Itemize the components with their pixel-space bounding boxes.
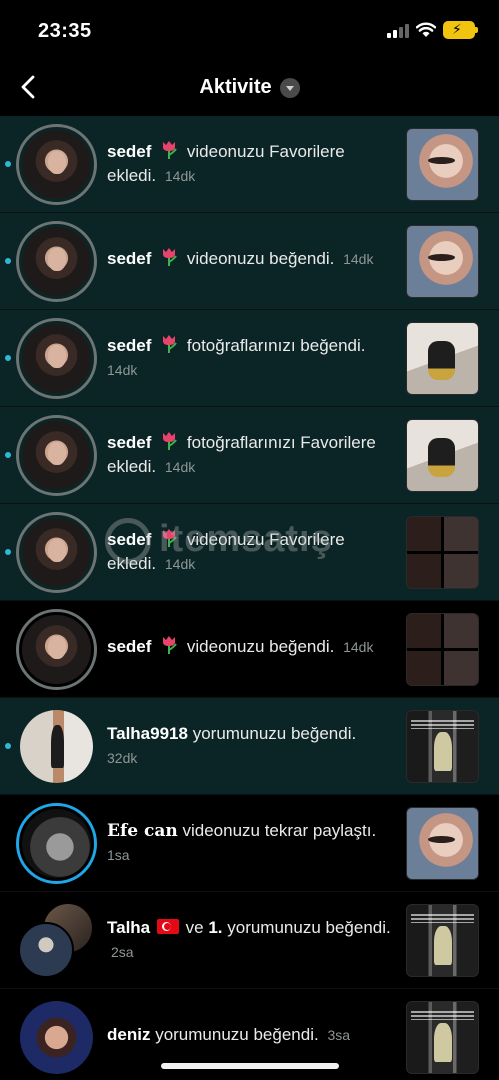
wifi-icon	[416, 22, 436, 37]
tulip-emoji-icon	[163, 248, 177, 266]
action-text: yorumunuzu beğendi.	[192, 724, 357, 743]
video-thumbnail[interactable]	[406, 710, 479, 783]
tulip-emoji-icon	[163, 141, 177, 159]
unread-dot	[5, 161, 11, 167]
status-time: 23:35	[38, 20, 92, 42]
unread-dot	[5, 355, 11, 361]
username[interactable]: sedef	[107, 249, 151, 268]
tulip-emoji-icon	[163, 636, 177, 654]
action-text: fotoğraflarınızı beğendi.	[186, 336, 366, 355]
user-avatar[interactable]	[16, 997, 97, 1078]
notification-row[interactable]: Talha ve 1. yorumunuzu beğendi. 2sa	[0, 892, 499, 989]
nav-bar: Aktivite	[0, 62, 499, 116]
user-avatar[interactable]	[16, 221, 97, 302]
video-thumbnail[interactable]	[406, 1001, 479, 1074]
username[interactable]: Efe can	[107, 821, 178, 841]
page-title: Aktivite	[199, 76, 272, 98]
title-dropdown[interactable]: Aktivite	[0, 76, 499, 99]
battery-charging-icon: ⚡	[443, 21, 478, 39]
notification-text: sedef videonuzu Favorilere ekledi. 14dk	[107, 140, 397, 188]
tulip-emoji-icon	[163, 432, 177, 450]
notification-row[interactable]: sedef fotoğraflarınızı Favorilere ekledi…	[0, 407, 499, 504]
username[interactable]: sedef	[107, 142, 151, 161]
user-avatar[interactable]	[16, 706, 97, 787]
turkey-flag-icon	[156, 919, 179, 934]
unread-dot	[5, 743, 11, 749]
notification-text: Talha ve 1. yorumunuzu beğendi. 2sa	[107, 916, 397, 964]
timestamp: 32dk	[107, 750, 138, 766]
timestamp: 14dk	[164, 168, 196, 184]
username[interactable]: deniz	[107, 1025, 150, 1044]
notification-row[interactable]: sedef videonuzu Favorilere ekledi. 14dk	[0, 116, 499, 213]
notification-row[interactable]: sedef videonuzu beğendi. 14dk	[0, 213, 499, 310]
unread-dot	[5, 258, 11, 264]
notification-text: sedef videonuzu Favorilere ekledi. 14dk	[107, 528, 397, 576]
photo-thumbnail[interactable]	[406, 419, 479, 492]
username[interactable]: sedef	[107, 336, 151, 355]
timestamp: 3sa	[327, 1027, 351, 1043]
cellular-signal-icon	[387, 24, 409, 38]
user-avatar[interactable]	[16, 318, 97, 399]
user-avatar[interactable]	[18, 922, 74, 978]
video-thumbnail[interactable]	[406, 613, 479, 686]
timestamp: 14dk	[343, 639, 374, 655]
user-avatar[interactable]	[16, 512, 97, 593]
username[interactable]: sedef	[107, 530, 151, 549]
notification-row[interactable]: sedef videonuzu Favorilere ekledi. 14dk	[0, 504, 499, 601]
user-avatar[interactable]	[16, 609, 97, 690]
video-thumbnail[interactable]	[406, 904, 479, 977]
tulip-emoji-icon	[163, 529, 177, 547]
timestamp: 2sa	[111, 944, 134, 960]
tulip-emoji-icon	[163, 335, 177, 353]
timestamp: 14dk	[164, 459, 196, 475]
video-thumbnail[interactable]	[406, 807, 479, 880]
photo-thumbnail[interactable]	[406, 322, 479, 395]
connector-text: ve	[185, 918, 204, 937]
chevron-down-icon	[279, 77, 300, 98]
action-text: videonuzu tekrar paylaştı.	[182, 821, 377, 840]
notification-row[interactable]: Efe can videonuzu tekrar paylaştı. 1sa	[0, 795, 499, 892]
username[interactable]: sedef	[107, 433, 151, 452]
notification-row[interactable]: sedef videonuzu beğendi. 14dk	[0, 601, 499, 698]
notification-row[interactable]: Talha9918 yorumunuzu beğendi. 32dk	[0, 698, 499, 795]
video-thumbnail[interactable]	[406, 128, 479, 201]
action-text: videonuzu beğendi.	[186, 637, 335, 656]
notification-text: sedef fotoğraflarınızı Favorilere ekledi…	[107, 431, 397, 479]
user-avatar[interactable]	[16, 124, 97, 205]
notification-text: Talha9918 yorumunuzu beğendi. 32dk	[107, 722, 397, 770]
notification-row[interactable]: sedef fotoğraflarınızı beğendi. 14dk	[0, 310, 499, 407]
username[interactable]: Talha	[107, 918, 150, 937]
unread-dot	[5, 549, 11, 555]
user-avatar[interactable]	[16, 803, 97, 884]
action-text: yorumunuzu beğendi.	[227, 918, 391, 937]
status-bar: 23:35 ⚡	[0, 0, 499, 62]
username[interactable]: 1.	[208, 918, 222, 937]
user-avatar[interactable]	[16, 415, 97, 496]
timestamp: 14dk	[107, 362, 138, 378]
action-text: yorumunuzu beğendi.	[155, 1025, 319, 1044]
activity-list: sedef videonuzu Favorilere ekledi. 14dk …	[0, 116, 499, 1080]
video-thumbnail[interactable]	[406, 225, 479, 298]
notification-text: deniz yorumunuzu beğendi. 3sa	[107, 1023, 397, 1047]
unread-dot	[5, 452, 11, 458]
action-text: videonuzu beğendi.	[186, 249, 335, 268]
home-indicator[interactable]	[161, 1063, 339, 1069]
notification-text: sedef videonuzu beğendi. 14dk	[107, 635, 397, 659]
username[interactable]: Talha9918	[107, 724, 188, 743]
notification-text: sedef videonuzu beğendi. 14dk	[107, 247, 397, 271]
timestamp: 1sa	[107, 847, 130, 863]
timestamp: 14dk	[164, 556, 196, 572]
notification-text: sedef fotoğraflarınızı beğendi. 14dk	[107, 334, 397, 382]
timestamp: 14dk	[343, 251, 374, 267]
username[interactable]: sedef	[107, 637, 151, 656]
video-thumbnail[interactable]	[406, 516, 479, 589]
notification-text: Efe can videonuzu tekrar paylaştı. 1sa	[107, 819, 397, 867]
